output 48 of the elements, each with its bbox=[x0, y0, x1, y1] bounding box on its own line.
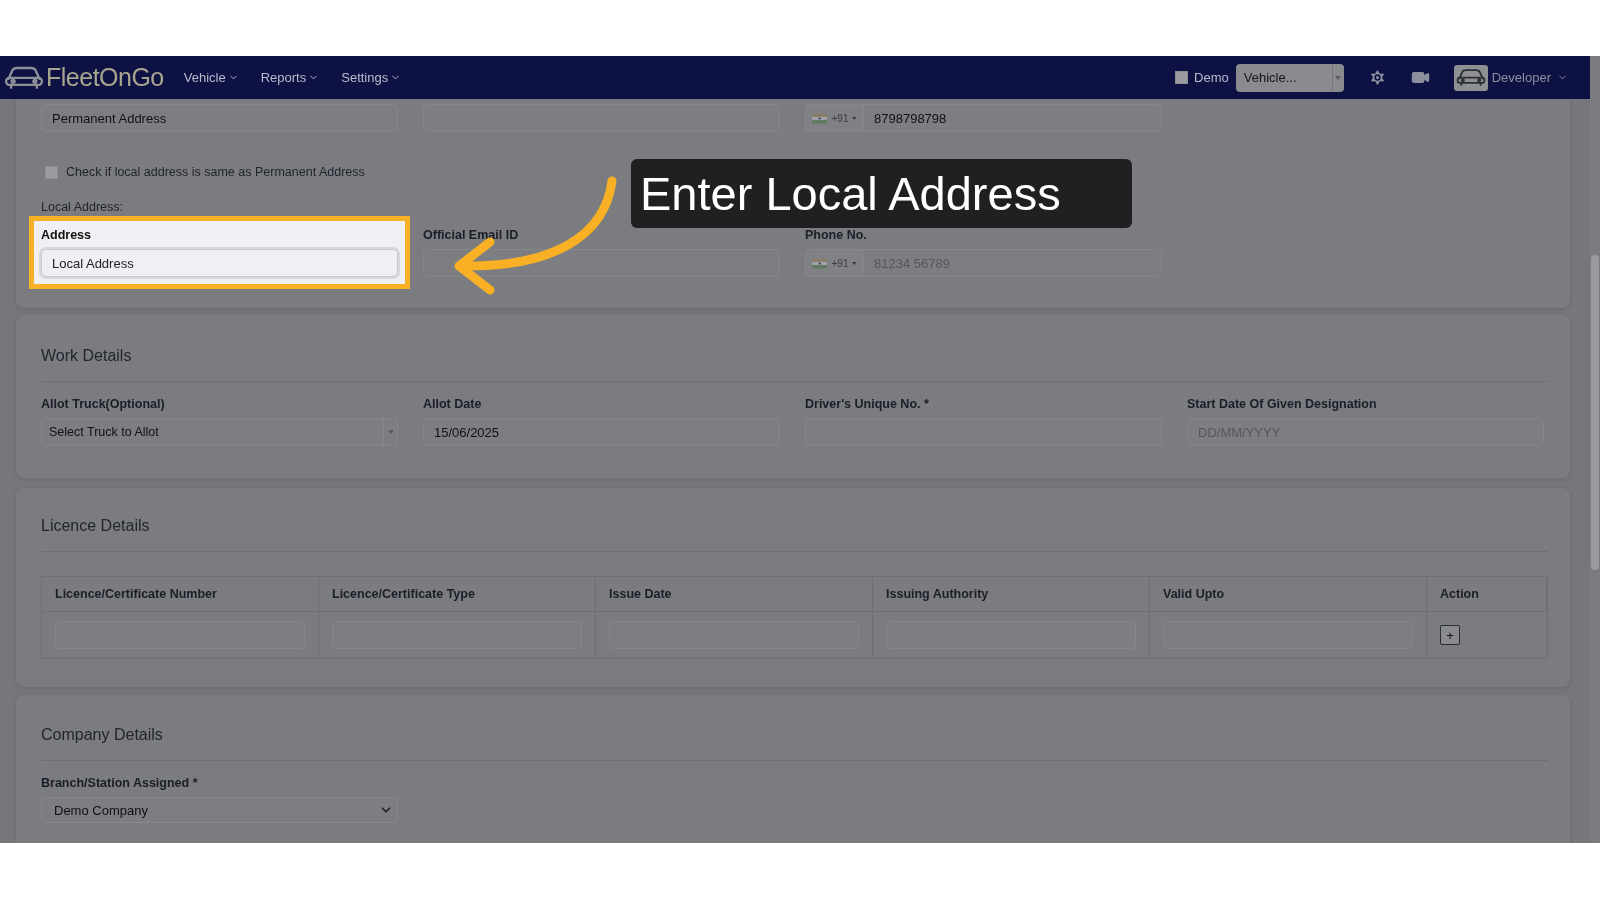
scrollbar-thumb[interactable] bbox=[1591, 255, 1599, 570]
field-label: Allot Date bbox=[423, 397, 483, 413]
caret-icon bbox=[1335, 75, 1342, 80]
field-label: Address bbox=[41, 228, 93, 244]
text-field[interactable]: 15/06/2025 bbox=[423, 418, 780, 446]
text-field[interactable]: Permanent Address bbox=[41, 104, 398, 132]
field-label: Official Email ID bbox=[423, 228, 520, 244]
column-header: Issuing Authority bbox=[873, 577, 1150, 612]
column-header: Licence/Certificate Type bbox=[319, 577, 596, 612]
demo-label: Demo bbox=[1194, 70, 1229, 85]
field-label: Driver's Unique No. * bbox=[805, 397, 930, 413]
nav-menu[interactable]: Settings bbox=[341, 70, 402, 85]
field-label: Start Date Of Given Designation bbox=[1187, 397, 1378, 413]
column-header: Action bbox=[1427, 577, 1547, 612]
checkbox[interactable] bbox=[45, 165, 58, 179]
vehicle-select[interactable]: Vehicle... bbox=[1235, 63, 1344, 92]
caret-icon bbox=[387, 430, 394, 434]
phone-field[interactable]: 8798798798 bbox=[863, 104, 1162, 132]
column-header: Licence/Certificate Number bbox=[42, 577, 319, 612]
column-header: Valid Upto bbox=[1150, 577, 1427, 612]
text-field[interactable]: Local Address bbox=[41, 249, 398, 277]
flag-icon bbox=[812, 257, 828, 269]
field-label: Branch/Station Assigned * bbox=[41, 776, 199, 792]
section-title: Work Details bbox=[41, 347, 133, 366]
logo-text: FleetOnGo bbox=[46, 63, 164, 92]
country-code-button[interactable]: +91 bbox=[805, 249, 863, 277]
country-code-button[interactable]: +91 bbox=[805, 104, 863, 132]
car-icon bbox=[4, 65, 44, 90]
user-menu[interactable]: Developer bbox=[1487, 70, 1590, 85]
caret-icon bbox=[852, 261, 857, 265]
nav-menu[interactable]: Vehicle bbox=[183, 70, 239, 85]
section-title: Company Details bbox=[41, 726, 164, 745]
column-header: Issue Date bbox=[596, 577, 873, 612]
car-icon bbox=[1455, 68, 1486, 87]
add-row-button[interactable]: + bbox=[1440, 625, 1460, 645]
instruction-callout: Enter Local Address bbox=[631, 159, 1132, 228]
field-label: Allot Truck(Optional) bbox=[41, 397, 166, 413]
nav-menu[interactable]: Reports bbox=[260, 70, 320, 85]
demo-checkbox[interactable] bbox=[1175, 71, 1189, 84]
select-field[interactable]: Select Truck to Allot bbox=[41, 418, 398, 446]
section-title: Licence Details bbox=[41, 517, 151, 536]
flag-icon bbox=[812, 112, 828, 124]
checkbox-label: Check if local address is same as Permanent Address bbox=[66, 165, 365, 179]
avatar[interactable] bbox=[1453, 64, 1488, 91]
section-subheading: Local Address: bbox=[41, 200, 124, 216]
caret-icon bbox=[852, 116, 857, 120]
select-field[interactable]: Demo Company bbox=[41, 797, 398, 823]
field-label: Phone No. bbox=[805, 228, 868, 244]
